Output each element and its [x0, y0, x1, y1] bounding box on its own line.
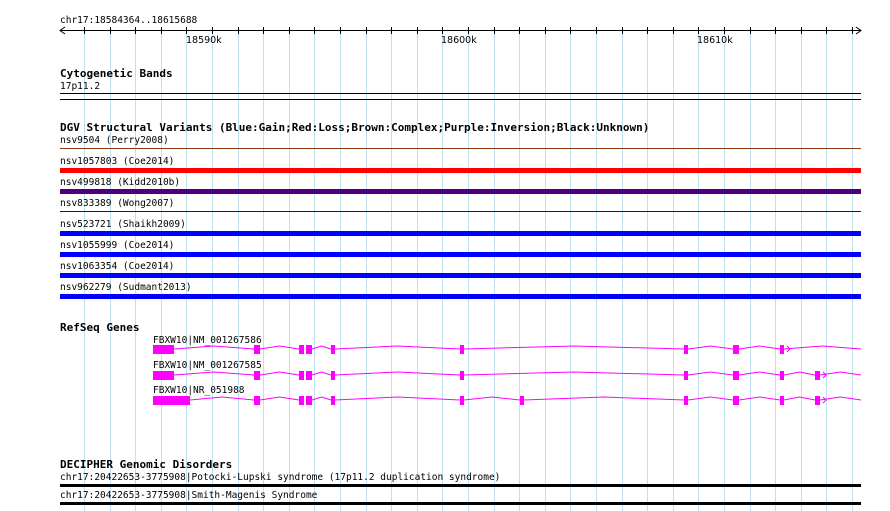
dgv-variant-bar [60, 252, 861, 257]
transcript-exon [460, 345, 464, 354]
transcript-intron [189, 396, 862, 401]
cytoband-track-title[interactable]: Cytogenetic Bands [60, 68, 173, 80]
transcript-intron [173, 345, 862, 350]
transcript-exon [306, 396, 312, 405]
decipher-entry-label[interactable]: chr17:20422653-3775908|Smith-Magenis Syn… [60, 490, 317, 501]
dgv-variant-bar [60, 294, 861, 299]
refseq-track-title[interactable]: RefSeq Genes [60, 322, 139, 334]
genome-browser: chr17:18584364..18615688 18590k 18600k 1… [0, 0, 890, 511]
transcript-exon [306, 345, 312, 354]
transcript-exon [299, 345, 304, 354]
transcript-exon [684, 396, 688, 405]
transcript-label[interactable]: FBXW10|NM_001267585 [153, 360, 262, 371]
cytoband-label: 17p11.2 [60, 81, 101, 92]
transcript-exon [780, 396, 784, 405]
dgv-variant-label[interactable]: nsv1055999 (Coe2014) [60, 240, 174, 251]
dgv-track-title[interactable]: DGV Structural Variants (Blue:Gain;Red:L… [60, 122, 649, 134]
transcript-exon [733, 396, 739, 405]
transcript-exon [306, 371, 312, 380]
transcript-exon [153, 396, 190, 405]
transcript-exon [815, 396, 820, 405]
transcript-exon [684, 345, 688, 354]
decipher-bar [60, 484, 861, 487]
decipher-track-title[interactable]: DECIPHER Genomic Disorders [60, 459, 232, 471]
dgv-variant-label[interactable]: nsv523721 (Shaikh2009) [60, 219, 186, 230]
dgv-variant-bar [60, 273, 861, 278]
transcript-intron [173, 371, 862, 376]
transcript-exon [780, 371, 784, 380]
ruler-tick-label: 18600k [441, 35, 477, 46]
transcript-exon [331, 396, 335, 405]
transcript-exon [331, 345, 335, 354]
dgv-variant-label[interactable]: nsv1057803 (Coe2014) [60, 156, 174, 167]
ruler-tick-label: 18610k [697, 35, 733, 46]
transcript-exon [780, 345, 784, 354]
transcript-exon [254, 396, 260, 405]
transcript-exon [684, 371, 688, 380]
decipher-entry-label[interactable]: chr17:20422653-3775908|Potocki-Lupski sy… [60, 472, 500, 483]
transcript-exon [254, 371, 260, 380]
dgv-variant-bar [60, 168, 861, 173]
transcript-label[interactable]: FBXW10|NM_001267586 [153, 335, 262, 346]
transcript-exon [331, 371, 335, 380]
decipher-bar [60, 502, 861, 505]
ruler-tick-label: 18590k [186, 35, 222, 46]
transcript-exon [153, 345, 174, 354]
ruler-location: chr17:18584364..18615688 [60, 15, 198, 26]
transcript-exon [733, 345, 739, 354]
transcript-exon [153, 371, 174, 380]
transcript-exon [815, 371, 820, 380]
transcript-exon [520, 396, 524, 405]
transcript-exon [733, 371, 739, 380]
transcript-exon [299, 371, 304, 380]
dgv-variant-label[interactable]: nsv833389 (Wong2007) [60, 198, 174, 209]
transcript-exon [460, 371, 464, 380]
dgv-variant-bar [60, 189, 861, 194]
dgv-variant-label[interactable]: nsv962279 (Sudmant2013) [60, 282, 192, 293]
transcript-exon [254, 345, 260, 354]
transcript-exon [299, 396, 304, 405]
dgv-variant-label[interactable]: nsv9504 (Perry2008) [60, 135, 169, 146]
dgv-variant-label[interactable]: nsv499818 (Kidd2010b) [60, 177, 180, 188]
dgv-variant-bar [60, 231, 861, 236]
transcript-label[interactable]: FBXW10|NR_051988 [153, 385, 245, 396]
transcript-exon [460, 396, 464, 405]
dgv-variant-label[interactable]: nsv1063354 (Coe2014) [60, 261, 174, 272]
